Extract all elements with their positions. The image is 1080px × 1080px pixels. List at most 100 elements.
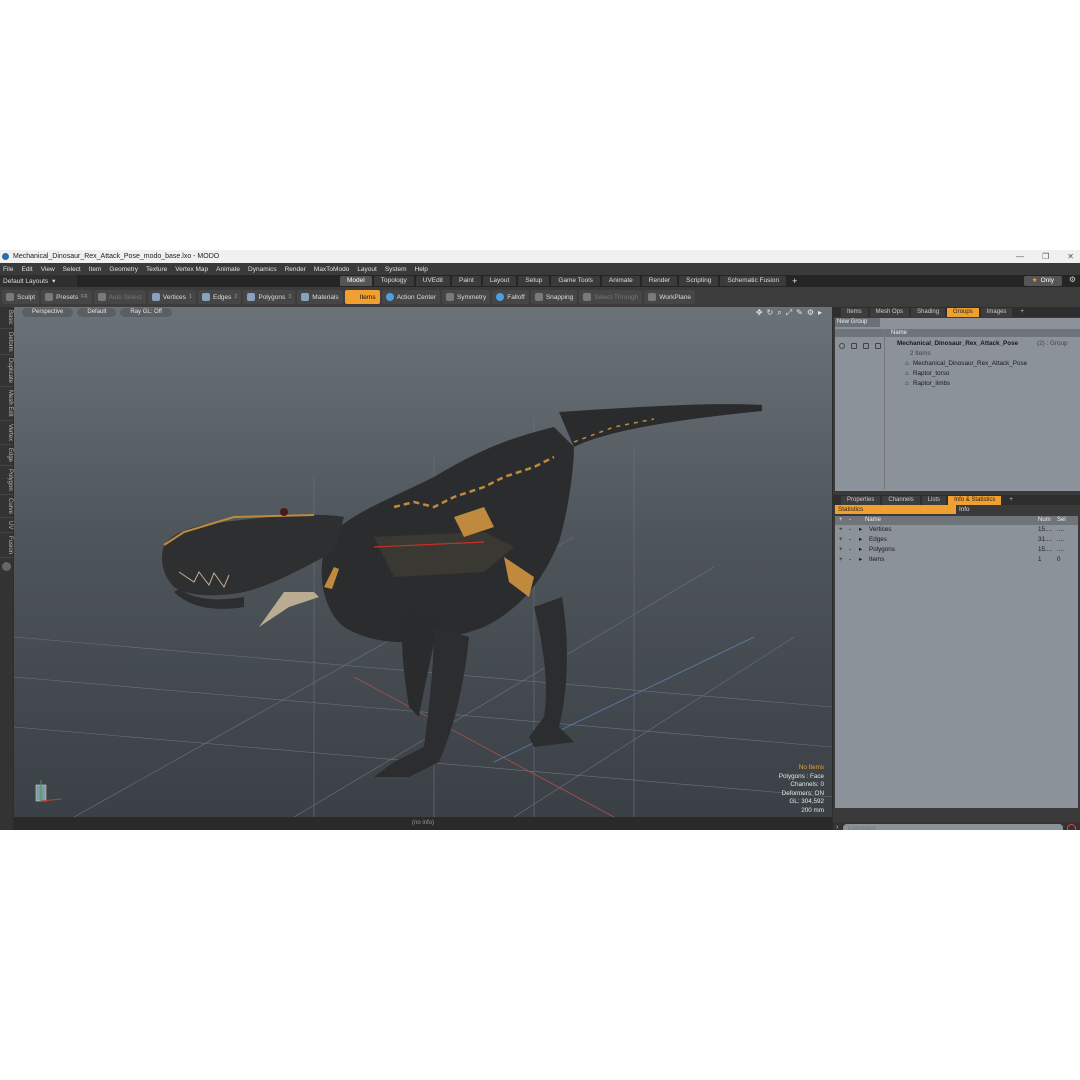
group-child-row[interactable]: ⌂ Raptor_torso <box>835 369 1080 379</box>
tab-properties[interactable]: Properties <box>841 495 881 505</box>
menu-help[interactable]: Help <box>415 266 428 273</box>
menu-layout[interactable]: Layout <box>357 266 377 273</box>
vtab-curve[interactable]: Curve <box>0 495 13 518</box>
tab-paint[interactable]: Paint <box>451 276 481 286</box>
menu-maxtomodo[interactable]: MaxToModo <box>314 266 349 273</box>
add-panel-tab-icon[interactable]: + <box>1014 308 1030 317</box>
pan-icon[interactable]: ✥ <box>756 308 763 318</box>
maximize-icon[interactable]: ❐ <box>1042 252 1049 261</box>
3d-viewport[interactable]: Perspective Default Ray GL: Off ✥ ↻ ⌕ ⤢ … <box>14 307 832 817</box>
items-mode-button[interactable]: Items <box>344 290 380 304</box>
menu-file[interactable]: File <box>3 266 13 273</box>
menu-animate[interactable]: Animate <box>216 266 240 273</box>
tab-items[interactable]: Items <box>841 307 868 317</box>
add-panel-tab-icon[interactable]: + <box>1003 496 1019 505</box>
remove-icon[interactable]: - <box>849 535 851 545</box>
remove-icon[interactable]: - <box>849 545 851 555</box>
expand-arrow-icon[interactable]: ▸ <box>859 535 862 545</box>
gear-icon[interactable]: ⚙ <box>1069 275 1076 284</box>
tab-schematic-fusion[interactable]: Schematic Fusion <box>720 276 787 286</box>
mechanical-dinosaur-model[interactable] <box>162 404 762 777</box>
tab-info-statistics[interactable]: Info & Statistics <box>948 495 1002 505</box>
vtab-fusion[interactable]: Fusion <box>0 533 13 559</box>
tab-model[interactable]: Model <box>340 276 372 286</box>
vertices-mode-button[interactable]: Vertices 1 <box>147 290 196 304</box>
view-type-button[interactable]: Perspective <box>22 308 74 317</box>
symmetry-button[interactable]: Symmetry <box>441 290 491 304</box>
menu-dynamics[interactable]: Dynamics <box>248 266 277 273</box>
group-row[interactable]: Mechanical_Dinosaur_Rex_Attack_Pose (2) … <box>835 339 1080 349</box>
menu-item[interactable]: Item <box>89 266 102 273</box>
raygl-button[interactable]: Ray GL: Off <box>120 308 172 317</box>
tab-uvedit[interactable]: UVEdit <box>415 276 450 286</box>
tab-animate[interactable]: Animate <box>601 276 640 286</box>
only-button[interactable]: ★ Only <box>1023 276 1062 286</box>
stat-row-polygons[interactable]: + - ▸ Polygons 15.... .... <box>835 545 1078 555</box>
menu-geometry[interactable]: Geometry <box>109 266 138 273</box>
select-through-button[interactable]: Select Through <box>579 290 643 304</box>
stat-row-vertices[interactable]: + - ▸ Vertices 15.... .... <box>835 525 1078 535</box>
add-icon[interactable]: + <box>839 525 843 535</box>
tab-groups[interactable]: Groups <box>947 307 979 317</box>
add-tab-icon[interactable]: + <box>792 276 797 286</box>
menu-select[interactable]: Select <box>63 266 81 273</box>
vtab-polygon[interactable]: Polygon <box>0 466 13 495</box>
edges-mode-button[interactable]: Edges 2 <box>197 290 242 304</box>
menu-texture[interactable]: Texture <box>146 266 167 273</box>
remove-icon[interactable]: - <box>849 525 851 535</box>
tab-scripting[interactable]: Scripting <box>679 276 719 286</box>
workplane-button[interactable]: WorkPlane <box>644 290 695 304</box>
close-icon[interactable]: ✕ <box>1067 252 1074 261</box>
tab-topology[interactable]: Topology <box>373 276 414 286</box>
rotate-icon[interactable]: ↻ <box>767 308 774 318</box>
polygons-mode-button[interactable]: Polygons 3 <box>243 290 296 304</box>
group-child-row[interactable]: ⌂ Mechanical_Dinosaur_Rex_Attack_Pose <box>835 359 1080 369</box>
menu-system[interactable]: System <box>385 266 407 273</box>
materials-mode-button[interactable]: Materials <box>297 290 343 304</box>
tab-render[interactable]: Render <box>641 276 678 286</box>
vtab-vertex[interactable]: Vertex <box>0 421 13 446</box>
stat-row-edges[interactable]: + - ▸ Edges 31.... .... <box>835 535 1078 545</box>
tab-images[interactable]: Images <box>980 307 1013 317</box>
zoom-icon[interactable]: ⌕ <box>777 308 781 318</box>
vtab-duplicate[interactable]: Duplicate <box>0 355 13 388</box>
paint-icon[interactable]: ✎ <box>796 308 803 318</box>
subtab-statistics[interactable]: Statistics <box>835 505 956 514</box>
vtab-basic[interactable]: Basic <box>0 307 13 329</box>
vtab-deform[interactable]: Deform <box>0 329 13 356</box>
vtab-edge[interactable]: Edge <box>0 445 13 467</box>
vtab-uv[interactable]: UV <box>0 518 13 534</box>
expand-arrow-icon[interactable]: ▸ <box>859 555 862 565</box>
tab-layout[interactable]: Layout <box>482 276 517 286</box>
subtab-info[interactable]: Info <box>956 505 1078 514</box>
tab-lists[interactable]: Lists <box>921 495 947 505</box>
fit-icon[interactable]: ⤢ <box>786 308 792 318</box>
layout-selector[interactable]: Default Layouts ▾ <box>0 275 77 287</box>
menu-render[interactable]: Render <box>285 266 306 273</box>
tab-channels[interactable]: Channels <box>882 495 920 505</box>
tab-shading[interactable]: Shading <box>911 307 946 317</box>
falloff-button[interactable]: Falloff <box>492 290 529 304</box>
add-icon[interactable]: + <box>839 545 843 555</box>
tab-mesh-ops[interactable]: Mesh Ops <box>869 307 910 317</box>
viewport-settings-icon[interactable]: ⚙ <box>807 308 814 318</box>
viewport-expand-icon[interactable]: ▸ <box>818 308 822 318</box>
toggle-circle-icon[interactable] <box>2 562 11 572</box>
snapping-button[interactable]: Snapping <box>530 290 578 304</box>
add-icon[interactable]: + <box>839 535 843 545</box>
menu-vertex-map[interactable]: Vertex Map <box>175 266 208 273</box>
tab-game-tools[interactable]: Game Tools <box>551 276 600 286</box>
add-icon[interactable]: + <box>839 555 843 565</box>
group-child-row[interactable]: ⌂ Raptor_limbs <box>835 379 1080 389</box>
expand-arrow-icon[interactable]: ▸ <box>859 525 862 535</box>
remove-icon[interactable]: - <box>849 555 851 565</box>
menu-edit[interactable]: Edit <box>21 266 32 273</box>
record-icon[interactable] <box>1067 824 1076 830</box>
new-group-button[interactable]: New Group <box>835 318 880 327</box>
command-input[interactable] <box>843 824 1063 830</box>
minimize-icon[interactable]: — <box>1016 252 1024 261</box>
action-center-button[interactable]: Action Center <box>381 290 440 304</box>
sculpt-button[interactable]: Sculpt <box>2 290 40 304</box>
presets-button[interactable]: Presets F6 <box>41 290 92 304</box>
expand-arrow-icon[interactable]: ▸ <box>859 545 862 555</box>
